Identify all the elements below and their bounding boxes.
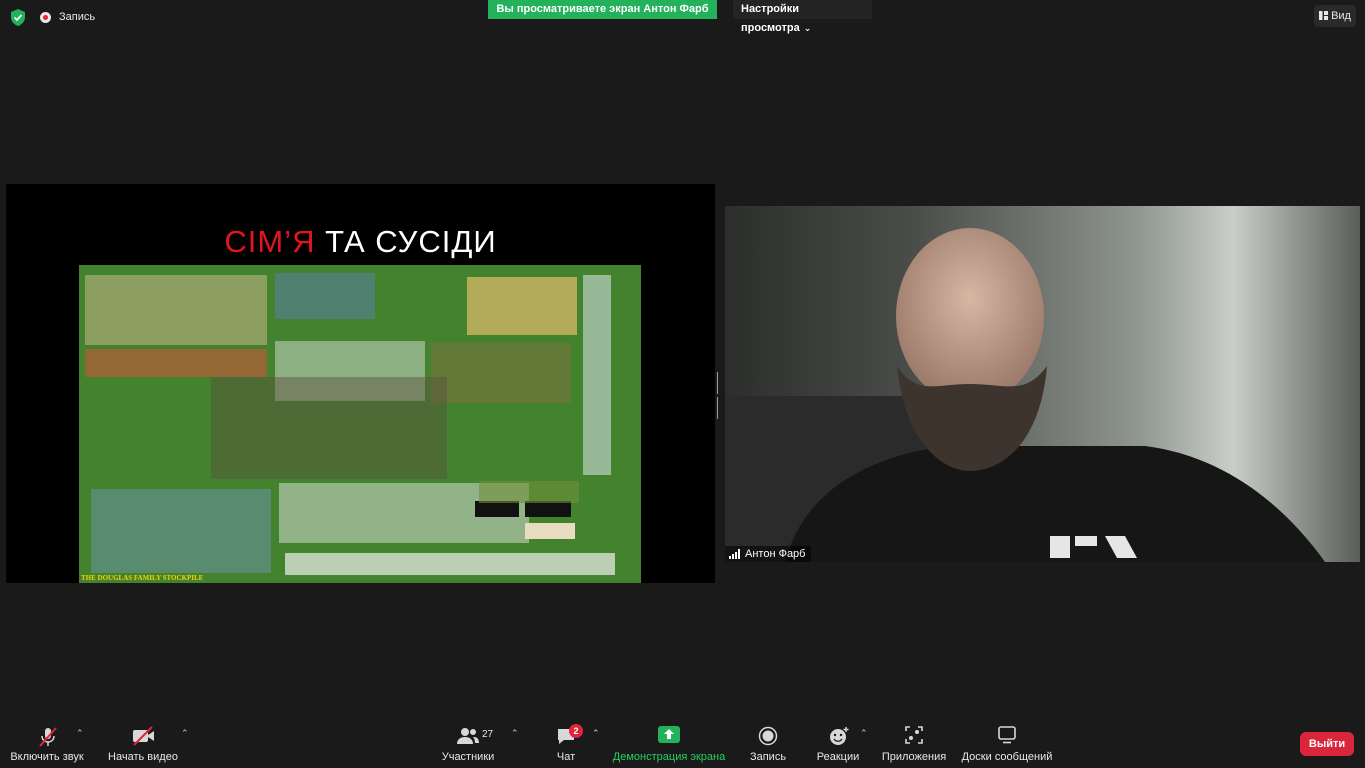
unmute-button[interactable]: Включить звук bbox=[4, 714, 90, 768]
share-screen-button[interactable]: Демонстрация экрана bbox=[610, 714, 728, 768]
participants-label: Участники bbox=[441, 751, 495, 763]
participant-video[interactable]: Антон Фарб bbox=[725, 206, 1360, 562]
stockpile-photo: THE DOUGLAS FAMILY STOCKPILE bbox=[79, 265, 641, 583]
leave-meeting-button[interactable]: Выйти bbox=[1300, 732, 1354, 756]
view-button-label: Вид bbox=[1331, 10, 1351, 22]
whiteboard-icon bbox=[998, 726, 1016, 744]
stockpile-photo-image bbox=[79, 265, 641, 583]
participant-name-tag: Антон Фарб bbox=[725, 546, 812, 562]
chat-options-chevron-icon[interactable]: ⌃ bbox=[592, 728, 600, 739]
grid-view-icon bbox=[1319, 11, 1329, 20]
reactions-label: Реакции bbox=[816, 751, 860, 763]
apps-icon bbox=[905, 726, 923, 744]
photo-caption: THE DOUGLAS FAMILY STOCKPILE bbox=[81, 574, 204, 582]
splitter-handle[interactable] bbox=[717, 372, 722, 419]
participants-icon bbox=[457, 728, 479, 744]
reactions-button[interactable]: Реакции bbox=[812, 714, 864, 768]
whiteboards-label: Доски сообщений bbox=[961, 751, 1053, 763]
participant-video-frame bbox=[725, 206, 1360, 562]
apps-button[interactable]: Приложения bbox=[880, 714, 948, 768]
unmute-label: Включить звук bbox=[10, 751, 84, 763]
reactions-smiley-icon bbox=[830, 727, 849, 745]
chat-label: Чат bbox=[556, 751, 576, 763]
whiteboards-button[interactable]: Доски сообщений bbox=[958, 714, 1056, 768]
chat-button[interactable]: Чат bbox=[548, 714, 584, 768]
camera-off-icon bbox=[133, 726, 154, 746]
reactions-options-chevron-icon[interactable]: ⌃ bbox=[860, 728, 868, 739]
share-screen-icon bbox=[658, 726, 680, 743]
chat-unread-badge: 2 bbox=[569, 724, 583, 738]
slide-title: СІМ’Я ТА СУСІДИ bbox=[6, 224, 715, 260]
recording-indicator-icon bbox=[40, 12, 51, 23]
recording-label: Запись bbox=[59, 11, 96, 23]
video-options-chevron-icon[interactable]: ⌃ bbox=[181, 728, 189, 739]
shared-screen-slide: СІМ’Я ТА СУСІДИ THE DOUGLAS FAMILY STOCK… bbox=[6, 184, 715, 583]
record-label: Запись bbox=[749, 751, 787, 763]
participants-options-chevron-icon[interactable]: ⌃ bbox=[511, 728, 519, 739]
slide-title-white: ТА СУСІДИ bbox=[315, 224, 497, 259]
connection-strength-icon bbox=[729, 549, 740, 559]
chevron-down-icon: ⌄ bbox=[803, 23, 812, 33]
record-icon bbox=[758, 726, 778, 746]
apps-label: Приложения bbox=[881, 751, 947, 763]
start-video-button[interactable]: Начать видео bbox=[102, 714, 184, 768]
slide-title-red: СІМ’Я bbox=[224, 224, 316, 259]
screen-share-banner: Вы просматриваете экран Антон Фарб bbox=[488, 0, 717, 19]
start-video-label: Начать видео bbox=[108, 751, 178, 763]
view-settings-label: Настройки просмотра bbox=[741, 3, 800, 34]
view-button[interactable]: Вид bbox=[1314, 5, 1356, 27]
view-settings-menu[interactable]: Настройки просмотра ⌄ bbox=[733, 0, 872, 34]
security-shield-icon[interactable] bbox=[10, 9, 26, 26]
audio-options-chevron-icon[interactable]: ⌃ bbox=[76, 728, 84, 739]
share-screen-label: Демонстрация экрана bbox=[612, 751, 726, 763]
participants-count: 27 bbox=[482, 729, 494, 740]
participants-button[interactable]: Участники bbox=[436, 714, 500, 768]
microphone-muted-icon bbox=[39, 727, 57, 747]
meeting-toolbar: Включить звук ⌃ Начать видео ⌃ Участники… bbox=[0, 714, 1365, 768]
record-button[interactable]: Запись bbox=[742, 714, 794, 768]
participant-name: Антон Фарб bbox=[745, 548, 806, 560]
